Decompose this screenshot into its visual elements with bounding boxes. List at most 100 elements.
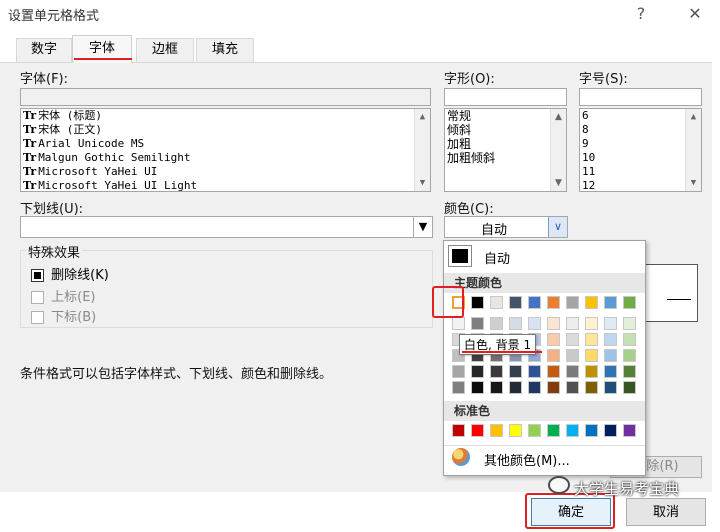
theme-shade-swatch[interactable] [509, 317, 522, 330]
theme-shade-swatch[interactable] [490, 365, 503, 378]
standard-color-swatch[interactable] [604, 424, 617, 437]
theme-shade-swatch[interactable] [585, 349, 598, 362]
theme-shade-swatch[interactable] [528, 317, 541, 330]
font-list-item[interactable]: Tr Arial Unicode MS [23, 137, 430, 151]
theme-shade-swatch[interactable] [547, 317, 560, 330]
font-input[interactable] [20, 88, 431, 106]
tab-fill[interactable]: 填充 [196, 38, 254, 63]
font-list-item[interactable]: Tr Microsoft YaHei UI [23, 165, 430, 179]
standard-color-swatch[interactable] [509, 424, 522, 437]
size-list-scrollbar[interactable]: ▲ ▼ [685, 109, 701, 191]
chevron-down-icon[interactable]: ▼ [413, 217, 432, 237]
theme-shade-swatch[interactable] [528, 381, 541, 394]
standard-color-swatch[interactable] [490, 424, 503, 437]
scroll-up-icon[interactable]: ▲ [551, 109, 566, 125]
cancel-button[interactable]: 取消 [626, 498, 706, 526]
size-list-item[interactable]: 11 [582, 165, 701, 179]
style-list-item[interactable]: 加粗 [447, 137, 566, 151]
theme-shade-swatch[interactable] [566, 333, 579, 346]
theme-shade-swatch[interactable] [585, 381, 598, 394]
theme-shade-swatch[interactable] [623, 317, 636, 330]
theme-shade-swatch[interactable] [490, 381, 503, 394]
standard-color-swatch[interactable] [566, 424, 579, 437]
subscript-checkbox[interactable]: 下标(B) [31, 306, 96, 325]
theme-shade-swatch[interactable] [623, 333, 636, 346]
style-list-item[interactable]: 倾斜 [447, 123, 566, 137]
style-list-item[interactable]: 常规 [447, 109, 566, 123]
close-button[interactable]: ✕ [680, 2, 710, 26]
theme-color-swatch[interactable] [566, 296, 579, 309]
style-list-scrollbar[interactable]: ▲ ▼ [550, 109, 566, 191]
theme-shade-swatch[interactable] [604, 333, 617, 346]
scroll-up-icon[interactable]: ▲ [686, 109, 701, 125]
size-list-item[interactable]: 6 [582, 109, 701, 123]
theme-color-swatch[interactable] [547, 296, 560, 309]
theme-shade-swatch[interactable] [547, 381, 560, 394]
scroll-down-icon[interactable]: ▼ [415, 175, 430, 191]
standard-color-swatch[interactable] [528, 424, 541, 437]
size-list-item[interactable]: 12 [582, 179, 701, 191]
theme-shade-swatch[interactable] [604, 349, 617, 362]
theme-shade-swatch[interactable] [509, 381, 522, 394]
size-input[interactable] [579, 88, 702, 106]
theme-shade-swatch[interactable] [604, 317, 617, 330]
style-list-item[interactable]: 加粗倾斜 [447, 151, 566, 165]
theme-shade-swatch[interactable] [604, 381, 617, 394]
auto-color-label[interactable]: 自动 [484, 248, 510, 267]
theme-shade-swatch[interactable] [566, 365, 579, 378]
theme-shade-swatch[interactable] [623, 349, 636, 362]
checkbox-icon[interactable] [31, 291, 44, 304]
standard-color-swatch[interactable] [471, 424, 484, 437]
font-list-item[interactable]: Tr Microsoft YaHei UI Light [23, 179, 430, 191]
theme-shade-swatch[interactable] [528, 365, 541, 378]
style-input[interactable] [444, 88, 567, 106]
theme-color-swatch[interactable] [585, 296, 598, 309]
chevron-down-icon[interactable]: ∨ [548, 217, 567, 237]
theme-shade-swatch[interactable] [490, 317, 503, 330]
checkbox-icon[interactable] [31, 311, 44, 324]
size-list-item[interactable]: 10 [582, 151, 701, 165]
theme-color-swatch[interactable] [490, 296, 503, 309]
color-dropdown[interactable]: 自动 ∨ [444, 216, 568, 238]
size-list[interactable]: 6 8 9 10 11 12 ▲ ▼ [579, 108, 702, 192]
scroll-down-icon[interactable]: ▼ [551, 175, 566, 191]
tab-number[interactable]: 数字 [16, 38, 72, 63]
theme-shade-swatch[interactable] [604, 365, 617, 378]
theme-shade-swatch[interactable] [585, 333, 598, 346]
size-list-item[interactable]: 9 [582, 137, 701, 151]
theme-color-swatch[interactable] [509, 296, 522, 309]
theme-color-swatch[interactable] [604, 296, 617, 309]
theme-shade-swatch[interactable] [566, 317, 579, 330]
font-list[interactable]: Tr 宋体 (标题) Tr 宋体 (正文) Tr Arial Unicode MS T… [20, 108, 431, 192]
theme-shade-swatch[interactable] [623, 381, 636, 394]
theme-shade-swatch[interactable] [509, 365, 522, 378]
more-colors-option[interactable]: 其他颜色(M)... [484, 450, 570, 469]
theme-shade-swatch[interactable] [623, 365, 636, 378]
theme-shade-swatch[interactable] [547, 333, 560, 346]
scroll-down-icon[interactable]: ▼ [686, 175, 701, 191]
theme-color-swatch[interactable] [623, 296, 636, 309]
scroll-up-icon[interactable]: ▲ [415, 109, 430, 125]
theme-color-swatch[interactable] [528, 296, 541, 309]
theme-shade-swatch[interactable] [585, 365, 598, 378]
strikethrough-checkbox[interactable]: 删除线(K) [31, 264, 109, 283]
underline-dropdown[interactable]: ▼ [20, 216, 433, 238]
standard-color-swatch[interactable] [623, 424, 636, 437]
theme-shade-swatch[interactable] [566, 349, 579, 362]
font-list-item[interactable]: Tr Malgun Gothic Semilight [23, 151, 430, 165]
superscript-checkbox[interactable]: 上标(E) [31, 286, 96, 305]
theme-shade-swatch[interactable] [585, 317, 598, 330]
help-button[interactable]: ? [626, 2, 656, 26]
tab-border[interactable]: 边框 [136, 38, 194, 63]
theme-shade-swatch[interactable] [452, 381, 465, 394]
standard-color-swatch[interactable] [452, 424, 465, 437]
theme-shade-swatch[interactable] [547, 365, 560, 378]
style-list[interactable]: 常规 倾斜 加粗 加粗倾斜 ▲ ▼ [444, 108, 567, 192]
theme-shade-swatch[interactable] [471, 365, 484, 378]
auto-color-swatch[interactable] [448, 245, 472, 267]
checkbox-checked-icon[interactable] [31, 269, 44, 282]
font-list-item[interactable]: Tr 宋体 (正文) [23, 123, 430, 137]
font-list-item[interactable]: Tr 宋体 (标题) [23, 109, 430, 123]
theme-shade-swatch[interactable] [452, 317, 465, 330]
theme-shade-swatch[interactable] [547, 349, 560, 362]
